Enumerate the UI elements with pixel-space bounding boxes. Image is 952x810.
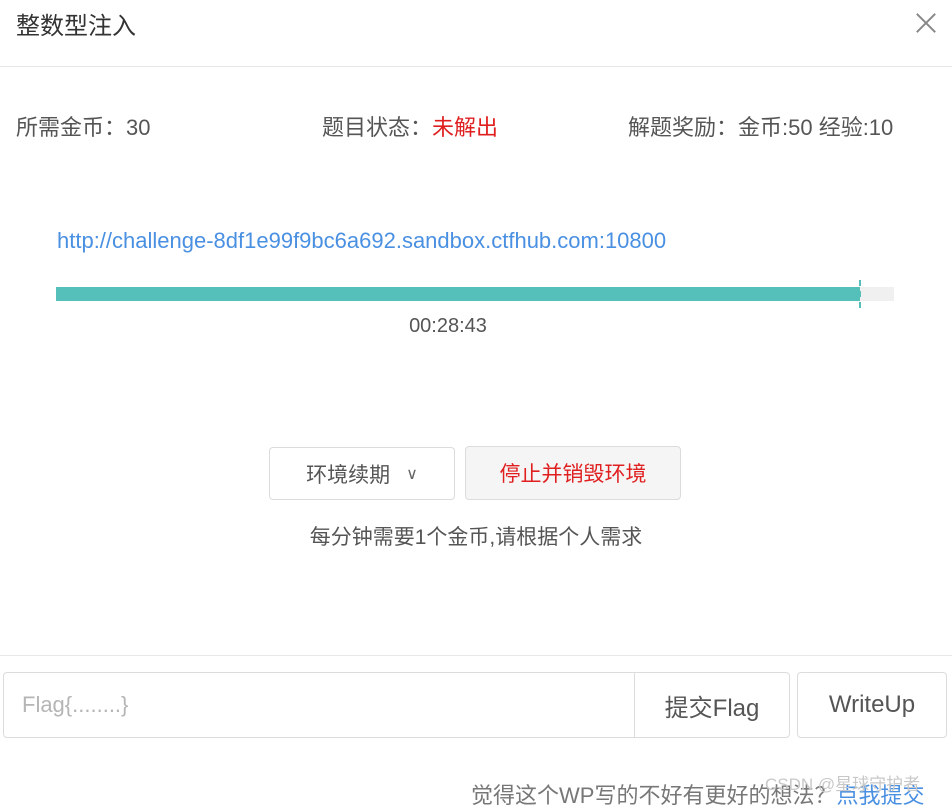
status-label: 题目状态： [322, 115, 433, 140]
status-value: 未解出 [432, 115, 499, 140]
reward-info: 解题奖励：金币:50 经验:10 [628, 115, 894, 140]
environment-url-link[interactable]: http://challenge-8df1e99f9bc6a692.sandbo… [57, 228, 666, 254]
renew-environment-button[interactable]: 环境续期 ∨ [269, 447, 455, 500]
writeup-button[interactable]: WriteUp [797, 672, 947, 738]
time-progress-bar [56, 280, 894, 308]
status-info: 题目状态：未解出 [322, 110, 498, 142]
dialog-header: 整数型注入 [0, 0, 952, 67]
chevron-down-icon: ∨ [406, 465, 418, 483]
time-progress-fill [56, 287, 861, 301]
dialog-title: 整数型注入 [16, 13, 136, 40]
cost-info: 所需金币：30 [16, 115, 151, 140]
submit-flag-button[interactable]: 提交Flag [634, 672, 790, 738]
renew-label: 环境续期 [306, 463, 391, 487]
time-remaining: 00:28:43 [409, 315, 487, 337]
close-icon[interactable] [914, 10, 938, 34]
divider [0, 655, 952, 656]
flag-input[interactable] [3, 672, 635, 738]
time-progress-marker [859, 280, 863, 308]
watermark: CSDN @星球守护者 [765, 775, 921, 794]
stop-destroy-environment-button[interactable]: 停止并销毁环境 [465, 446, 681, 500]
cost-note: 每分钟需要1个金币,请根据个人需求 [309, 526, 643, 549]
